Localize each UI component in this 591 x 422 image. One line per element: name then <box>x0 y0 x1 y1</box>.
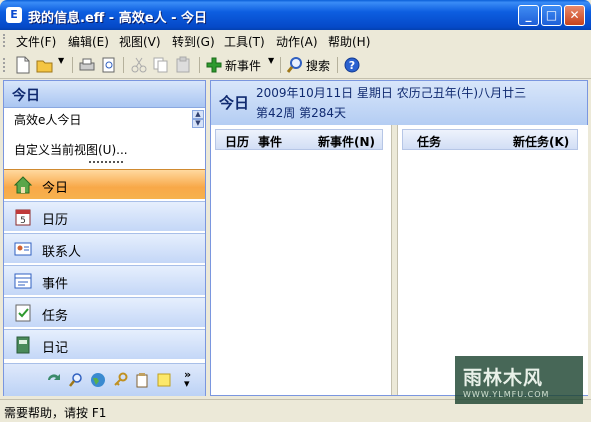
calendar-event-pane: 日历 事件 新事件(N) <box>211 125 392 395</box>
task-column-label: 任务 <box>417 135 442 149</box>
open-folder-icon[interactable] <box>36 56 54 74</box>
clipboard-icon[interactable] <box>134 372 150 388</box>
menu-help[interactable]: 帮助(H) <box>328 33 370 50</box>
watermark-url: WWW.YLMFU.COM <box>463 390 550 399</box>
view-selector[interactable]: 高效e人今日 ▲ ▼ <box>8 109 204 129</box>
contacts-icon <box>14 242 32 256</box>
calendar-column-label: 日历 <box>225 135 250 149</box>
paste-icon[interactable] <box>174 56 192 74</box>
sidebar-item-label: 联系人 <box>42 245 82 260</box>
toolbar-grip[interactable] <box>3 58 8 72</box>
sidebar: 今日 高效e人今日 ▲ ▼ 自定义当前视图(U)... 今日 5 日历 联系人 <box>3 80 206 396</box>
chevron-up-icon[interactable]: ▲ <box>192 110 204 119</box>
menu-goto[interactable]: 转到(G) <box>172 33 215 50</box>
menu-tools[interactable]: 工具(T) <box>224 33 265 50</box>
sidebar-item-contacts[interactable]: 联系人 <box>4 233 205 263</box>
new-event-link[interactable]: 新事件(N) <box>318 133 375 150</box>
watermark-text: 雨林木风 <box>463 367 544 389</box>
watermark-logo: 雨林木风 WWW.YLMFU.COM <box>455 356 583 404</box>
main-panel: 今日 2009年10月11日 星期日 农历己丑年(牛)八月廿三 第42周 第28… <box>210 80 588 396</box>
maximize-button[interactable]: □ <box>541 5 562 26</box>
sidebar-item-label: 日记 <box>42 341 69 356</box>
svg-text:?: ? <box>349 59 355 72</box>
sidebar-shortcut-bar: » ▾ <box>4 363 205 396</box>
new-event-button[interactable]: 新事件 <box>225 57 261 74</box>
minimize-button[interactable]: _ <box>518 5 539 26</box>
svg-text:5: 5 <box>20 216 26 226</box>
title-bar: E 我的信息.eff - 高效e人 - 今日 _ □ ✕ <box>0 0 591 30</box>
note-icon[interactable] <box>156 372 172 388</box>
sidebar-item-label: 任务 <box>42 309 69 324</box>
print-preview-icon[interactable] <box>100 56 118 74</box>
status-text: 需要帮助，请按 F1 <box>4 406 107 420</box>
calendar-icon: 5 <box>15 209 31 226</box>
menu-view[interactable]: 视图(V) <box>119 33 161 50</box>
sidebar-item-label: 今日 <box>42 181 69 196</box>
sidebar-header: 今日 <box>4 81 205 108</box>
toolbar-separator <box>123 57 124 73</box>
view-selector-value: 高效e人今日 <box>14 113 82 127</box>
sidebar-splitter[interactable] <box>89 161 123 165</box>
more-shortcuts-icon[interactable]: » ▾ <box>184 369 191 389</box>
home-icon <box>13 176 33 194</box>
globe-icon[interactable] <box>90 372 106 388</box>
sidebar-item-tasks[interactable]: 任务 <box>4 297 205 327</box>
search-icon[interactable] <box>68 372 84 388</box>
new-file-icon[interactable] <box>14 56 32 74</box>
week-line: 第42周 第284天 <box>256 106 346 120</box>
app-logo-icon[interactable]: E <box>6 7 22 23</box>
sidebar-item-today[interactable]: 今日 <box>4 169 205 199</box>
search-button[interactable]: 搜索 <box>306 57 330 74</box>
customize-view-link[interactable]: 自定义当前视图(U)... <box>14 141 128 158</box>
print-icon[interactable] <box>78 56 96 74</box>
sidebar-title: 今日 <box>12 88 40 104</box>
event-column-label: 事件 <box>258 135 283 149</box>
chevron-down-icon[interactable]: ▼ <box>192 119 204 128</box>
plus-icon[interactable] <box>205 56 223 74</box>
main-header: 今日 2009年10月11日 星期日 农历己丑年(牛)八月廿三 第42周 第28… <box>211 81 587 126</box>
copy-icon[interactable] <box>152 56 170 74</box>
window-title: 我的信息.eff - 高效e人 - 今日 <box>28 11 207 26</box>
toolbar-separator <box>337 57 338 73</box>
toolbar-separator <box>199 57 200 73</box>
new-event-dropdown-icon[interactable]: ▼ <box>268 56 274 65</box>
menubar-grip[interactable] <box>3 34 8 47</box>
toolbar-separator <box>280 57 281 73</box>
toolbar-separator <box>72 57 73 73</box>
sidebar-item-events[interactable]: 事件 <box>4 265 205 295</box>
help-icon[interactable]: ? <box>343 56 361 74</box>
cut-icon[interactable] <box>130 56 148 74</box>
search-icon[interactable] <box>286 56 304 74</box>
open-dropdown-icon[interactable]: ▼ <box>58 56 64 65</box>
menu-actions[interactable]: 动作(A) <box>276 33 318 50</box>
new-task-link[interactable]: 新任务(K) <box>513 133 569 150</box>
task-header: 任务 新任务(K) <box>402 129 578 150</box>
menu-edit[interactable]: 编辑(E) <box>68 33 109 50</box>
sidebar-item-label: 事件 <box>42 277 69 292</box>
close-button[interactable]: ✕ <box>564 5 585 26</box>
sidebar-item-calendar[interactable]: 5 日历 <box>4 201 205 231</box>
sidebar-item-label: 日历 <box>42 213 69 228</box>
date-line: 2009年10月11日 星期日 农历己丑年(牛)八月廿三 <box>256 86 527 100</box>
menu-file[interactable]: 文件(F) <box>16 33 56 50</box>
sync-icon[interactable] <box>46 372 62 388</box>
calendar-event-header: 日历 事件 新事件(N) <box>215 129 383 150</box>
sidebar-item-diary[interactable]: 日记 <box>4 329 205 359</box>
event-icon <box>14 273 32 289</box>
toolbar: ▼ 新事件 ▼ 搜索 ? <box>0 52 591 79</box>
task-icon <box>15 304 31 322</box>
task-pane: 任务 新任务(K) <box>397 125 588 395</box>
menu-bar: 文件(F) 编辑(E) 视图(V) 转到(G) 工具(T) 动作(A) 帮助(H… <box>0 30 591 51</box>
page-title: 今日 <box>219 94 250 112</box>
app-window: E 我的信息.eff - 高效e人 - 今日 _ □ ✕ 文件(F) 编辑(E)… <box>0 0 591 422</box>
key-icon[interactable] <box>112 372 128 388</box>
diary-icon <box>16 336 30 354</box>
